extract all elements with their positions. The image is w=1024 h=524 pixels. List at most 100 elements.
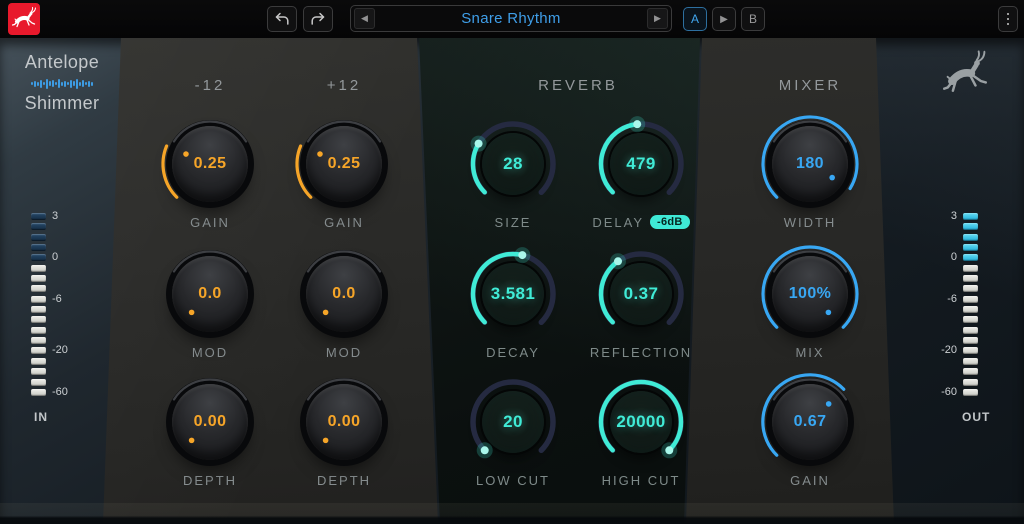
antelope-brand-tile bbox=[8, 3, 40, 35]
meter-segment bbox=[31, 223, 46, 230]
knob-graphic: 3.581 bbox=[461, 242, 565, 346]
meter-segment bbox=[31, 347, 46, 354]
meter-segment bbox=[963, 358, 978, 365]
waveform-divider-icon bbox=[4, 76, 120, 91]
knob-pm-mod[interactable]: 0.0MOD bbox=[150, 242, 270, 372]
knob-label: DELAY bbox=[592, 215, 644, 230]
knob-pp-gain[interactable]: 0.25GAIN bbox=[284, 112, 404, 242]
redo-button[interactable] bbox=[303, 6, 333, 32]
knob-pm-gain[interactable]: 0.25GAIN bbox=[150, 112, 270, 242]
meter-segment bbox=[963, 213, 978, 220]
knob-width[interactable]: 180WIDTH bbox=[750, 112, 870, 242]
section-header-mixer: MIXER bbox=[730, 77, 890, 94]
knob-label: MOD bbox=[192, 345, 228, 360]
meter-segment bbox=[31, 379, 46, 386]
meter-segment bbox=[31, 389, 46, 396]
ab-copy-button[interactable]: ▶ bbox=[712, 7, 736, 31]
knob-value: 28 bbox=[461, 112, 565, 216]
knob-graphic: 20000 bbox=[589, 370, 693, 474]
knob-lowcut[interactable]: 20LOW CUT bbox=[453, 370, 573, 500]
copy-arrow-icon: ▶ bbox=[720, 14, 728, 25]
knob-graphic: 0.25 bbox=[158, 112, 262, 216]
input-level-meter: 30-6-20-60 bbox=[31, 213, 68, 399]
top-toolbar: ◀ Snare Rhythm ▶ A ▶ B bbox=[0, 0, 1024, 38]
meter-tick: 0 bbox=[52, 254, 58, 261]
knob-mixer-gain[interactable]: 0.67GAIN bbox=[750, 370, 870, 500]
knob-pp-mod[interactable]: 0.0MOD bbox=[284, 242, 404, 372]
antelope-logo-icon bbox=[939, 50, 990, 106]
knob-label: DEPTH bbox=[183, 473, 237, 488]
meter-segment bbox=[963, 306, 978, 313]
preset-name[interactable]: Snare Rhythm bbox=[378, 10, 644, 27]
preset-prev-button[interactable]: ◀ bbox=[354, 8, 375, 29]
knob-graphic: 0.67 bbox=[758, 370, 862, 474]
meter-segment bbox=[31, 368, 46, 375]
meter-segment bbox=[963, 327, 978, 334]
meter-segment bbox=[31, 234, 46, 241]
knob-mix[interactable]: 100%MIX bbox=[750, 242, 870, 372]
meter-segment bbox=[963, 379, 978, 386]
meter-segment bbox=[963, 234, 978, 241]
next-arrow-icon: ▶ bbox=[654, 13, 661, 24]
knob-value: 20000 bbox=[589, 370, 693, 474]
knob-value: 0.25 bbox=[158, 112, 262, 216]
knob-value: 0.0 bbox=[158, 242, 262, 346]
meter-segment bbox=[31, 265, 46, 272]
knob-label: GAIN bbox=[190, 215, 230, 230]
meter-segment bbox=[31, 296, 46, 303]
knob-graphic: 20 bbox=[461, 370, 565, 474]
undo-button[interactable] bbox=[267, 6, 297, 32]
preset-selector[interactable]: ◀ Snare Rhythm ▶ bbox=[350, 5, 672, 32]
knob-value: 20 bbox=[461, 370, 565, 474]
meter-tick: 3 bbox=[52, 213, 58, 220]
meter-segment bbox=[31, 337, 46, 344]
settings-menu-button[interactable] bbox=[998, 6, 1018, 32]
knob-value: 0.00 bbox=[158, 370, 262, 474]
plugin-body: Antelope Shimmer 30-6-20-60 30-6-20-60 I… bbox=[0, 38, 1024, 524]
meter-segment bbox=[31, 244, 46, 251]
knob-value: 0.67 bbox=[758, 370, 862, 474]
kebab-menu-icon bbox=[1007, 13, 1010, 16]
meter-segment bbox=[31, 327, 46, 334]
output-level-meter: 30-6-20-60 bbox=[926, 213, 978, 399]
meter-segment bbox=[31, 316, 46, 323]
knob-value: 180 bbox=[758, 112, 862, 216]
meter-tick: -6 bbox=[947, 296, 957, 303]
knob-pm-depth[interactable]: 0.00DEPTH bbox=[150, 370, 270, 500]
prev-arrow-icon: ◀ bbox=[361, 13, 368, 24]
knob-value: 0.37 bbox=[589, 242, 693, 346]
meter-segment bbox=[963, 285, 978, 292]
knob-highcut[interactable]: 20000HIGH CUT bbox=[581, 370, 701, 500]
meter-tick: -60 bbox=[52, 389, 68, 396]
knob-label: GAIN bbox=[790, 473, 830, 488]
meter-tick: -6 bbox=[52, 296, 62, 303]
knob-reflection[interactable]: 0.37REFLECTION bbox=[581, 242, 701, 372]
meter-segment bbox=[963, 223, 978, 230]
knob-label: WIDTH bbox=[784, 215, 837, 230]
knob-pp-depth[interactable]: 0.00DEPTH bbox=[284, 370, 404, 500]
meter-tick: 3 bbox=[951, 213, 957, 220]
ab-slot-b-button[interactable]: B bbox=[741, 7, 765, 31]
meter-segment bbox=[31, 285, 46, 292]
knob-label: HIGH CUT bbox=[602, 473, 681, 488]
output-meter-label: OUT bbox=[962, 410, 978, 424]
knob-size[interactable]: 28SIZE bbox=[453, 112, 573, 242]
meter-segment bbox=[31, 358, 46, 365]
knob-delay[interactable]: 479DELAY-6dB bbox=[581, 112, 701, 242]
knob-label: REFLECTION bbox=[590, 345, 692, 360]
preset-next-button[interactable]: ▶ bbox=[647, 8, 668, 29]
knob-decay[interactable]: 3.581DECAY bbox=[453, 242, 573, 372]
knob-label: LOW CUT bbox=[476, 473, 550, 488]
brand-name: Antelope bbox=[4, 52, 120, 73]
ab-slot-a-button[interactable]: A bbox=[683, 7, 707, 31]
meter-segment bbox=[963, 244, 978, 251]
knob-value: 100% bbox=[758, 242, 862, 346]
meter-segment bbox=[963, 368, 978, 375]
knob-label: DECAY bbox=[486, 345, 540, 360]
meter-segment bbox=[31, 306, 46, 313]
knob-value: 0.25 bbox=[292, 112, 396, 216]
input-meter-label: IN bbox=[33, 410, 49, 424]
antelope-logo-icon bbox=[12, 7, 36, 31]
knob-graphic: 0.25 bbox=[292, 112, 396, 216]
knob-value: 0.0 bbox=[292, 242, 396, 346]
